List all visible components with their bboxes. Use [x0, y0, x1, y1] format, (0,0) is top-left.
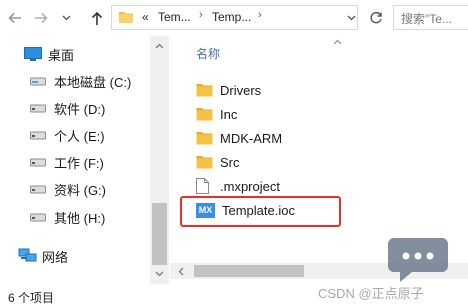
folder-icon: [196, 107, 214, 121]
nav-item-drive-h[interactable]: 其他 (H:): [30, 206, 105, 228]
arrow-up-icon: [91, 11, 103, 25]
file-name: Src: [220, 154, 240, 170]
file-row-src[interactable]: Src: [196, 151, 240, 173]
search-input[interactable]: 搜索"Te...: [393, 5, 468, 30]
forward-button[interactable]: [32, 9, 50, 27]
address-overflow[interactable]: «: [142, 10, 149, 24]
arrow-left-icon: [8, 12, 21, 24]
network-icon: [18, 248, 38, 264]
recent-locations-button[interactable]: [60, 9, 72, 27]
file-name: Drivers: [220, 82, 262, 98]
nav-item-drive-g[interactable]: 资料 (G:): [30, 178, 106, 200]
nav-item-label: 网络: [42, 249, 69, 265]
refresh-icon: [370, 11, 382, 23]
drive-icon: [30, 212, 50, 222]
nav-item-label: 个人 (E:): [54, 128, 105, 144]
nav-item-label: 桌面: [48, 47, 75, 63]
chevron-down-icon: [62, 15, 70, 21]
selection-highlight-box: [180, 196, 341, 227]
nav-item-label: 其他 (H:): [54, 210, 106, 226]
nav-item-drive-e[interactable]: 个人 (E:): [30, 124, 105, 146]
nav-item-drive-f[interactable]: 工作 (F:): [30, 151, 104, 173]
scroll-left-arrow[interactable]: [173, 264, 188, 279]
address-toolbar: « Tem... › Temp... › 搜索"Te...: [0, 0, 468, 36]
chevron-down-icon: [347, 15, 355, 20]
address-dropdown-button[interactable]: [343, 5, 359, 30]
nav-item-drive-d[interactable]: 软件 (D:): [30, 97, 105, 119]
folder-icon: [118, 9, 134, 28]
file-name: Inc: [220, 106, 238, 122]
address-bar[interactable]: « Tem... › Temp... ›: [111, 5, 358, 30]
chat-bubble-icon: [386, 228, 450, 287]
refresh-button[interactable]: [364, 5, 388, 30]
address-separator-1[interactable]: ›: [199, 9, 203, 21]
address-segment-2[interactable]: Temp...: [212, 10, 251, 24]
drive-icon: [30, 184, 50, 194]
file-name: MDK-ARM: [220, 130, 283, 146]
back-button[interactable]: [6, 9, 24, 27]
nav-scrollbar-thumb[interactable]: [152, 203, 167, 265]
file-row-mxproject[interactable]: .mxproject: [196, 175, 280, 197]
folder-icon: [196, 83, 214, 97]
folder-icon: [196, 131, 214, 145]
drive-icon: [30, 76, 50, 86]
nav-item-desktop[interactable]: 桌面: [24, 43, 74, 65]
drive-icon: [30, 103, 50, 113]
item-count: 6 个项目: [8, 291, 55, 305]
arrow-right-icon: [35, 12, 48, 24]
column-header-name[interactable]: 名称: [196, 45, 220, 62]
scroll-up-arrow[interactable]: [152, 38, 167, 53]
navigation-pane: 桌面 本地磁盘 (C:) 软件 (D:) 个人 (E:) 工作 (F:) 资料 …: [0, 36, 170, 284]
watermark-text: CSDN @正点原子: [318, 286, 424, 301]
nav-item-drive-c[interactable]: 本地磁盘 (C:): [30, 70, 131, 92]
file-row-mdk-arm[interactable]: MDK-ARM: [196, 127, 282, 149]
file-icon: [196, 178, 214, 194]
file-name: .mxproject: [220, 178, 280, 194]
horizontal-scrollbar-thumb[interactable]: [194, 265, 304, 277]
chevron-left-icon: [178, 267, 183, 276]
nav-item-label: 资料 (G:): [54, 182, 106, 198]
up-button[interactable]: [88, 9, 106, 27]
desktop-icon: [24, 47, 44, 61]
file-row-inc[interactable]: Inc: [196, 103, 237, 125]
file-row-drivers[interactable]: Drivers: [196, 79, 261, 101]
sort-arrow-icon: [333, 34, 342, 48]
address-separator-2[interactable]: ›: [258, 9, 262, 21]
nav-item-network[interactable]: 网络: [18, 245, 68, 267]
nav-item-label: 本地磁盘 (C:): [54, 74, 132, 90]
drive-icon: [30, 157, 50, 167]
drive-icon: [30, 130, 50, 140]
chevron-down-icon: [155, 271, 164, 276]
chevron-up-icon: [155, 43, 164, 48]
nav-item-label: 工作 (F:): [54, 155, 104, 171]
nav-item-label: 软件 (D:): [54, 101, 106, 117]
scroll-down-arrow[interactable]: [152, 266, 167, 281]
address-segment-1[interactable]: Tem...: [158, 10, 191, 24]
folder-icon: [196, 155, 214, 169]
